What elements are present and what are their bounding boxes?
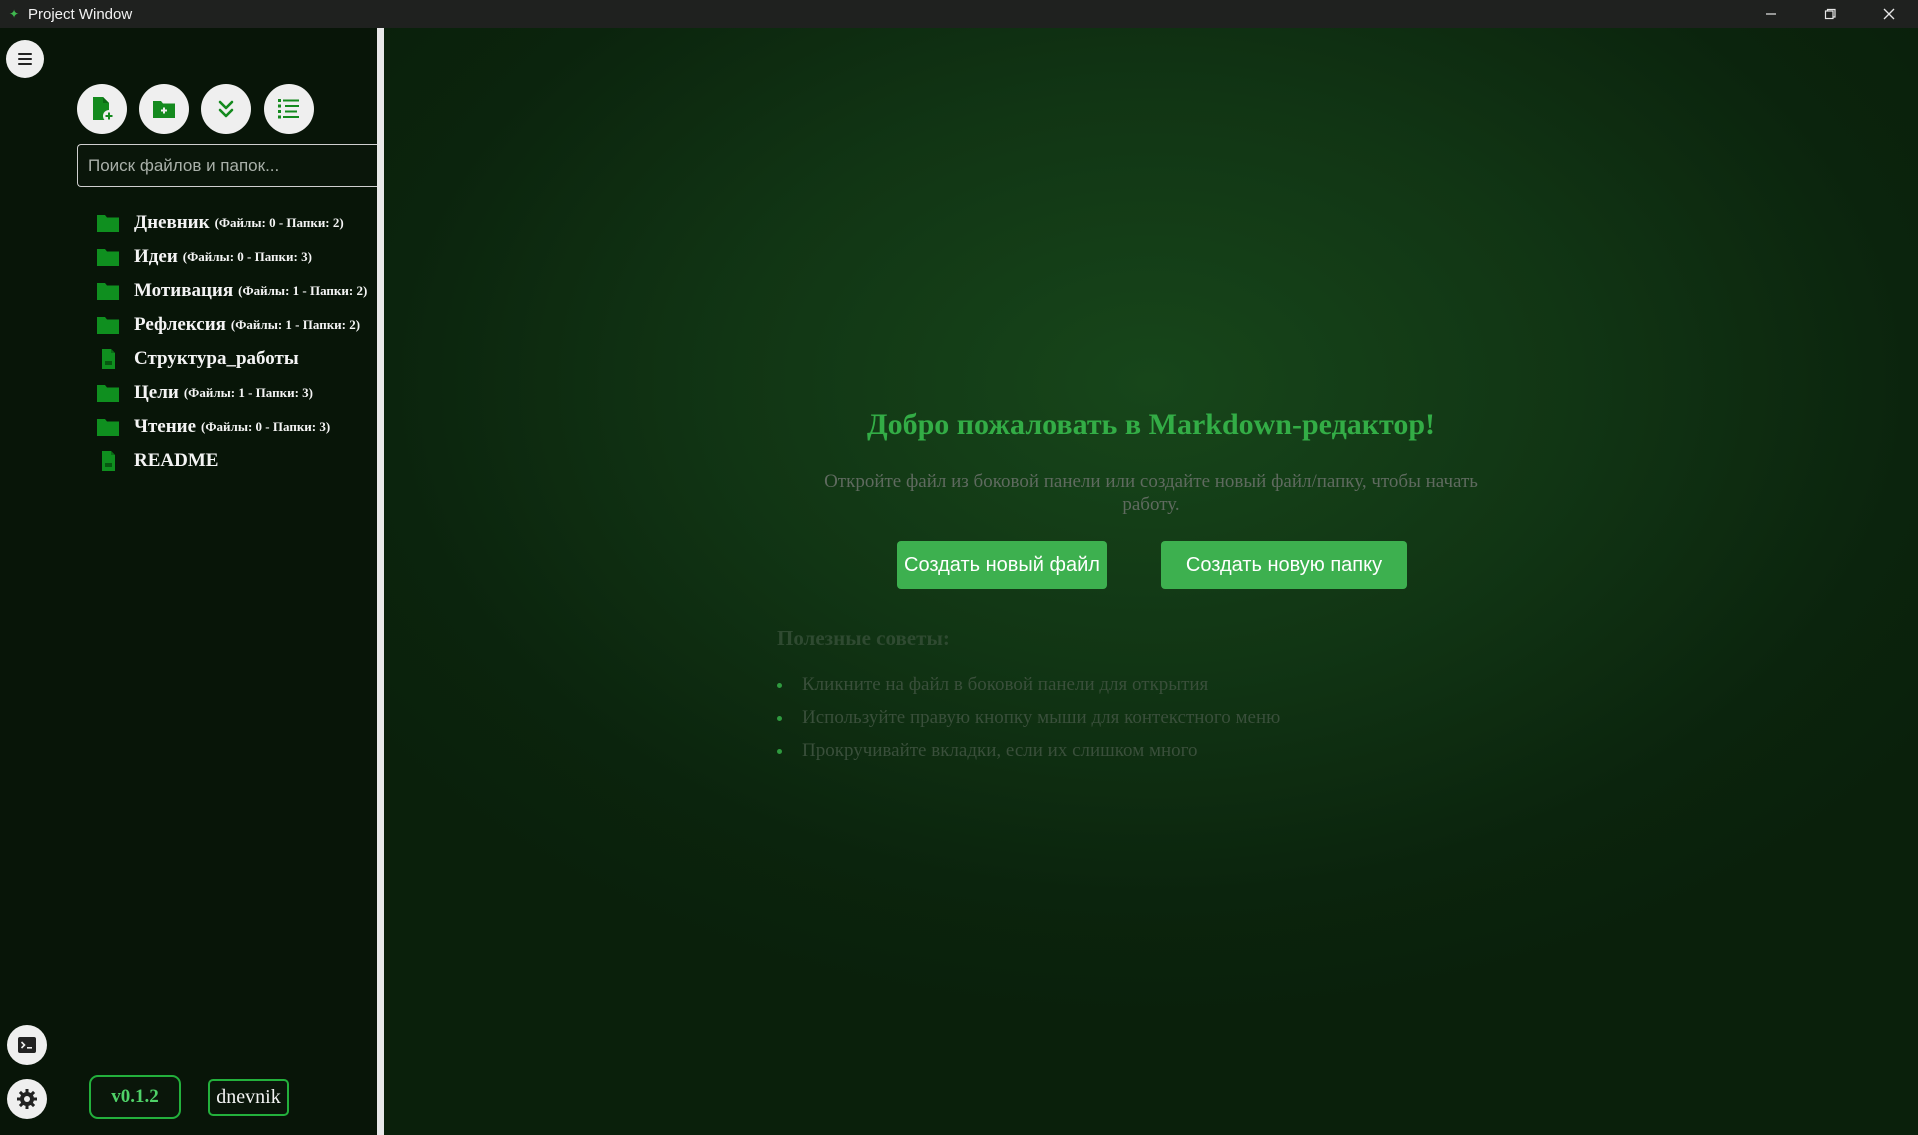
tree-folder-item[interactable]: Мотивация (Файлы: 1 - Папки: 2): [96, 274, 377, 308]
main-content: Добро пожаловать в Markdown-редактор! От…: [384, 28, 1918, 1135]
sidebar: [0, 28, 377, 1135]
hamburger-icon: [18, 53, 32, 65]
file-plus-icon: [93, 97, 115, 122]
tree-folder-item[interactable]: Рефлексия (Файлы: 1 - Папки: 2): [96, 308, 377, 342]
double-chevron-down-icon: [218, 100, 234, 118]
create-folder-button[interactable]: Создать новую папку: [1161, 541, 1407, 589]
close-button[interactable]: [1859, 0, 1918, 28]
version-badge[interactable]: v0.1.2: [89, 1075, 181, 1119]
tree-item-name: Чтение: [134, 416, 197, 437]
folder-icon: [96, 382, 124, 404]
window-controls: [1741, 0, 1918, 28]
tree-item-name: Мотивация: [134, 280, 234, 301]
new-file-button[interactable]: [77, 84, 127, 134]
tip-text: Используйте правую кнопку мыши для конте…: [802, 707, 1281, 728]
tree-folder-item[interactable]: Дневник (Файлы: 0 - Папки: 2): [96, 206, 377, 240]
tree-file-item[interactable]: README: [96, 444, 377, 478]
folder-icon: [96, 212, 124, 234]
tree-item-name: Дневник: [134, 212, 210, 233]
tree-item-name: Цели: [134, 382, 179, 403]
tree-folder-item[interactable]: Цели (Файлы: 1 - Папки: 3): [96, 376, 377, 410]
restore-icon: [1824, 8, 1836, 20]
tip-text: Прокручивайте вкладки, если их слишком м…: [802, 740, 1198, 761]
minimize-icon: [1765, 13, 1776, 15]
search-input[interactable]: [77, 144, 377, 187]
tree-folder-item[interactable]: Идеи (Файлы: 0 - Папки: 3): [96, 240, 377, 274]
folder-icon: [96, 416, 124, 438]
tip-text: Кликните на файл в боковой панели для от…: [802, 674, 1209, 695]
bullet-icon: [777, 749, 782, 754]
project-name-badge[interactable]: dnevnik: [208, 1079, 289, 1116]
tree-item-count: (Файлы: 0 - Папки: 2): [214, 215, 344, 230]
terminal-icon: [18, 1037, 36, 1053]
menu-toggle-button[interactable]: [6, 40, 44, 78]
settings-button[interactable]: [7, 1079, 47, 1119]
new-folder-button[interactable]: [139, 84, 189, 134]
folder-icon: [96, 280, 124, 302]
bullet-icon: [777, 683, 782, 688]
list-view-button[interactable]: [264, 84, 314, 134]
markdown-file-icon: [96, 450, 127, 472]
tree-item-count: (Файлы: 0 - Папки: 3): [182, 249, 312, 264]
tip-item: Прокручивайте вкладки, если их слишком м…: [777, 738, 1280, 771]
app-icon: ✦: [8, 7, 20, 21]
tree-item-count: (Файлы: 1 - Папки: 3): [183, 385, 313, 400]
tree-item-name: Рефлексия: [134, 314, 226, 335]
folder-icon: [96, 314, 124, 336]
welcome-title: Добро пожаловать в Markdown-редактор!: [866, 408, 1436, 441]
tree-item-count: (Файлы: 1 - Папки: 2): [238, 283, 368, 298]
folder-plus-icon: [153, 101, 175, 118]
tips-title: Полезные советы:: [777, 626, 950, 650]
welcome-subtitle: Откройте файл из боковой панели или созд…: [824, 471, 1478, 515]
tips-list: Кликните на файл в боковой панели для от…: [777, 672, 1280, 771]
minimize-button[interactable]: [1741, 0, 1800, 28]
sidebar-resize-handle[interactable]: [377, 28, 384, 1135]
folder-icon: [96, 246, 124, 268]
collapse-all-button[interactable]: [201, 84, 251, 134]
window-title: Project Window: [28, 5, 133, 23]
tip-item: Кликните на файл в боковой панели для от…: [777, 672, 1280, 705]
bullet-icon: [777, 716, 782, 721]
tree-folder-item[interactable]: Чтение (Файлы: 0 - Папки: 3): [96, 410, 377, 444]
markdown-file-icon: [96, 348, 127, 370]
gear-icon: [17, 1089, 37, 1109]
file-tree: Дневник (Файлы: 0 - Папки: 2) Идеи (Файлы: …: [96, 206, 377, 478]
tree-item-name: README: [134, 450, 219, 471]
tree-item-name: Структура_работы: [134, 348, 299, 369]
tree-item-count: (Файлы: 1 - Папки: 2): [230, 317, 361, 332]
tree-item-count: (Файлы: 0 - Папки: 3): [201, 419, 331, 434]
tip-item: Используйте правую кнопку мыши для конте…: [777, 705, 1280, 738]
close-icon: [1883, 8, 1894, 20]
tree-item-name: Идеи: [134, 246, 178, 267]
tree-file-item[interactable]: Структура_работы: [96, 342, 377, 376]
title-bar: ✦ Project Window: [0, 0, 1918, 28]
restore-button[interactable]: [1800, 0, 1859, 28]
list-icon: [278, 99, 299, 119]
terminal-button[interactable]: [7, 1025, 47, 1065]
create-file-button[interactable]: Создать новый файл: [897, 541, 1107, 589]
